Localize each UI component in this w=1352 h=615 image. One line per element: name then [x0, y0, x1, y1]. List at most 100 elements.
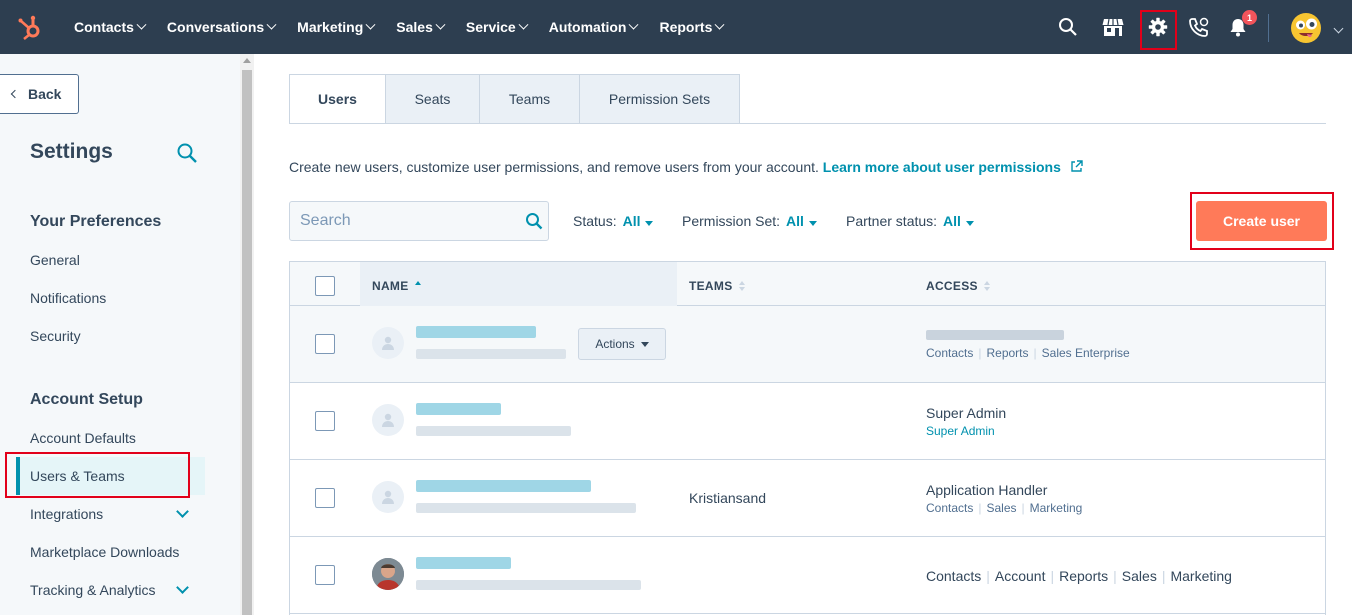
nav-service[interactable]: Service	[465, 19, 529, 35]
highlight-box	[1190, 192, 1334, 250]
user-avatar	[372, 327, 404, 359]
search-icon[interactable]	[1055, 14, 1081, 40]
nav-label: Automation	[548, 19, 627, 35]
sidebar-item-marketplace-downloads[interactable]: Marketplace Downloads	[30, 544, 179, 560]
learn-more-link[interactable]: Learn more about user permissions	[823, 159, 1061, 175]
search-icon[interactable]	[525, 212, 543, 230]
nav-label: Reports	[659, 19, 713, 35]
back-label: Back	[28, 86, 62, 102]
tab-teams[interactable]: Teams	[479, 74, 579, 124]
chevron-down-icon	[714, 19, 725, 30]
nav-conversations[interactable]: Conversations	[166, 19, 277, 35]
filter-value: All	[622, 213, 641, 229]
tab-seats[interactable]: Seats	[385, 74, 479, 124]
back-button[interactable]: Back	[0, 74, 79, 114]
table-row[interactable]: Kristiansand Application Handler Contact…	[290, 460, 1325, 537]
sidebar-item-general[interactable]: General	[30, 252, 80, 268]
calling-icon[interactable]	[1186, 14, 1212, 40]
access-permissions: Contacts | Sales | Marketing	[926, 501, 1083, 515]
search-icon[interactable]	[176, 142, 198, 164]
users-tabs: Users Seats Teams Permission Sets	[289, 74, 740, 124]
permission-set-filter: Permission Set: All	[682, 213, 817, 229]
table-row[interactable]: Actions Contacts | Reports | Sales Enterpris…	[290, 306, 1325, 383]
notifications-bell-icon[interactable]: 1	[1225, 10, 1257, 40]
access-level: Super Admin	[926, 405, 1007, 421]
caret-down-icon	[808, 221, 817, 226]
status-filter: Status: All	[573, 213, 654, 229]
partner-status-filter-dropdown[interactable]: All	[943, 213, 974, 229]
table-row[interactable]: Super Admin Super Admin	[290, 383, 1325, 460]
highlight-box	[5, 452, 190, 498]
nav-label: Contacts	[74, 19, 134, 35]
sidebar-item-tracking-analytics[interactable]: Tracking & Analytics	[30, 582, 156, 598]
tab-users[interactable]: Users	[289, 74, 385, 124]
chevron-down-icon	[435, 19, 446, 30]
external-link-icon[interactable]	[1070, 160, 1083, 173]
permission-tag: Sales	[986, 501, 1017, 515]
sort-icon	[414, 281, 421, 291]
redacted-user-email	[416, 503, 636, 513]
chevron-down-icon	[518, 19, 529, 30]
nav-automation[interactable]: Automation	[548, 19, 639, 35]
tab-divider	[289, 123, 1326, 124]
permission-tag: Account	[994, 568, 1046, 584]
nav-contacts[interactable]: Contacts	[74, 19, 147, 35]
chevron-left-icon	[10, 89, 20, 99]
access-permissions: Super Admin	[926, 424, 995, 438]
user-avatar	[372, 481, 404, 513]
sidebar-item-notifications[interactable]: Notifications	[30, 290, 106, 306]
description-text: Create new users, customize user permiss…	[289, 159, 819, 175]
chevron-down-icon[interactable]	[1333, 23, 1344, 34]
redacted-user-email	[416, 349, 566, 359]
redacted-user-email	[416, 580, 641, 590]
nav-reports[interactable]: Reports	[659, 19, 725, 35]
marketplace-icon[interactable]	[1100, 14, 1126, 40]
chevron-down-icon[interactable]	[176, 505, 189, 518]
sort-icon	[983, 281, 990, 291]
row-checkbox[interactable]	[315, 334, 335, 354]
access-level: Application Handler	[926, 482, 1048, 498]
status-filter-dropdown[interactable]: All	[623, 213, 654, 229]
redacted-user-name[interactable]	[416, 557, 511, 569]
chevron-down-icon[interactable]	[176, 581, 189, 594]
row-checkbox[interactable]	[315, 565, 335, 585]
actions-dropdown-button[interactable]: Actions	[578, 328, 666, 360]
column-header-teams[interactable]: TEAMS	[689, 279, 745, 293]
sidebar-item-security[interactable]: Security	[30, 328, 81, 344]
column-header-name[interactable]: NAME	[372, 279, 421, 293]
filter-label: Permission Set:	[682, 213, 781, 229]
sidebar-scrollbar[interactable]	[240, 54, 254, 615]
hubspot-logo[interactable]	[16, 14, 44, 42]
redacted-user-name[interactable]	[416, 480, 591, 492]
scroll-up-arrow-icon[interactable]	[243, 58, 251, 63]
sidebar-item-integrations[interactable]: Integrations	[30, 506, 103, 522]
user-search-box	[289, 201, 549, 241]
notification-count-badge: 1	[1242, 10, 1257, 25]
scrollbar-thumb[interactable]	[242, 70, 252, 615]
actions-label: Actions	[595, 337, 635, 351]
nav-marketing[interactable]: Marketing	[297, 19, 376, 35]
table-row[interactable]: Contacts | Account | Reports | Sales | Marketing	[290, 537, 1325, 614]
sidebar-item-account-defaults[interactable]: Account Defaults	[30, 430, 136, 446]
tab-permission-sets[interactable]: Permission Sets	[579, 74, 740, 124]
main-menu: Contacts Conversations Marketing Sales S…	[74, 0, 745, 54]
column-header-access[interactable]: ACCESS	[926, 279, 990, 293]
nav-label: Service	[465, 19, 516, 35]
nav-label: Conversations	[166, 19, 265, 35]
row-checkbox[interactable]	[315, 488, 335, 508]
permission-tag: Super Admin	[926, 424, 995, 438]
settings-sidebar: Back Settings Your Preferences General N…	[0, 54, 240, 615]
chevron-down-icon	[365, 19, 376, 30]
row-checkbox[interactable]	[315, 411, 335, 431]
permission-tag: Reports	[1059, 568, 1109, 584]
highlight-box	[1140, 10, 1177, 50]
select-all-checkbox[interactable]	[315, 276, 335, 296]
nav-sales[interactable]: Sales	[396, 19, 446, 35]
filter-value: All	[943, 213, 961, 229]
account-avatar[interactable]	[1289, 11, 1322, 44]
column-label: ACCESS	[926, 279, 978, 293]
permission-set-filter-dropdown[interactable]: All	[786, 213, 817, 229]
redacted-user-name[interactable]	[416, 403, 501, 415]
redacted-user-name[interactable]	[416, 326, 536, 338]
search-input[interactable]	[300, 212, 510, 230]
